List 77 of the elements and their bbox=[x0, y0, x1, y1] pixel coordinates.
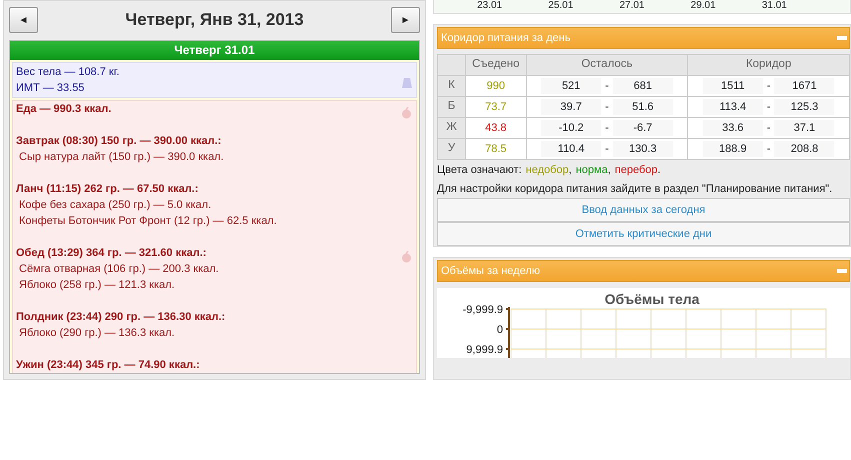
range-dash: - bbox=[605, 100, 609, 113]
table-cell: 1671 bbox=[774, 78, 834, 94]
meal-title: Ужин (23:44) 345 гр. — 74.90 ккал.: bbox=[16, 358, 201, 373]
meal-item: Кофе без сахара (250 гр.) — 5.0 ккал. bbox=[18, 198, 212, 213]
y-tick-label: -9,999.9 bbox=[462, 304, 503, 316]
table-cell: 188.9 bbox=[702, 140, 763, 158]
meal-title: Обед (13:29) 364 гр. — 321.60 ккал.: bbox=[16, 246, 208, 261]
axis-label: 25.01 bbox=[548, 0, 574, 13]
row-label: Ж bbox=[438, 118, 466, 138]
apple-icon bbox=[401, 105, 412, 121]
day-header: Четверг 31.01 bbox=[10, 41, 419, 60]
table-cell: 33.6 bbox=[702, 120, 763, 136]
legend-item: недобор bbox=[526, 163, 569, 178]
punctuation-mark: , bbox=[568, 163, 572, 178]
axis-label: 27.01 bbox=[619, 0, 644, 13]
food-total: Еда — 990.3 ккал. bbox=[16, 102, 112, 117]
apple-icon bbox=[401, 249, 412, 265]
range-dash: - bbox=[766, 142, 770, 155]
table-cell: 110.4 bbox=[541, 140, 602, 158]
column-header: Осталось bbox=[526, 54, 688, 76]
table-cell: -6.7 bbox=[612, 120, 673, 136]
range-dash: - bbox=[605, 80, 609, 92]
meal-title: Завтрак (08:30) 150 гр. — 390.00 ккал.: bbox=[16, 134, 222, 149]
legend-item: перебор bbox=[614, 163, 658, 178]
table-cell: 125.3 bbox=[774, 98, 834, 116]
table-cell: 37.1 bbox=[774, 120, 834, 136]
panel-title: Объёмы за неделю bbox=[441, 264, 540, 279]
range-dash: - bbox=[766, 80, 770, 92]
y-tick-label: 9,999.9 bbox=[466, 344, 503, 356]
table-cell: 521 bbox=[541, 78, 602, 94]
column-header: Коридор bbox=[688, 54, 850, 76]
column-header: Съедено bbox=[466, 54, 526, 76]
range-dash: - bbox=[605, 122, 609, 134]
eaten-cell: 43.8 bbox=[466, 118, 526, 138]
panel-title: Коридор питания за день bbox=[441, 30, 570, 46]
row-label: Б bbox=[438, 96, 466, 118]
row-label: К bbox=[438, 76, 466, 96]
table-cell: 681 bbox=[612, 78, 673, 94]
date-title: Четверг, Янв 31, 2013 bbox=[125, 9, 304, 32]
row-label: У bbox=[438, 138, 466, 160]
axis-label: 31.01 bbox=[762, 0, 787, 13]
weight-text: ИМТ — 33.55 bbox=[16, 81, 86, 96]
collapse-icon bbox=[837, 36, 847, 40]
meal-item: Сыр натура лайт (150 гр.) — 390.0 ккал. bbox=[18, 150, 225, 165]
table-cell: 39.7 bbox=[541, 98, 602, 116]
settings-note: Для настройки коридора питания зайдите в раздел "Планирование питания". bbox=[437, 182, 834, 197]
meal-item: Сёмга отварная (106 гр.) — 200.3 ккал. bbox=[18, 262, 220, 277]
axis-label: 23.01 bbox=[477, 0, 502, 13]
punctuation-mark: . bbox=[658, 163, 661, 178]
range-dash: - bbox=[766, 122, 770, 134]
eaten-cell: 990 bbox=[466, 76, 526, 96]
previous-day-button[interactable]: ◄ bbox=[9, 7, 38, 33]
meal-item: Яблоко (290 гр.) — 136.3 ккал. bbox=[18, 326, 176, 341]
table-cell: 51.6 bbox=[612, 98, 673, 116]
table-cell: 208.8 bbox=[774, 140, 834, 158]
y-axis bbox=[505, 306, 510, 358]
eaten-cell: 73.7 bbox=[466, 96, 526, 118]
punctuation-mark: , bbox=[608, 163, 611, 178]
meal-item: Конфеты Ботончик Рот Фронт (12 гр.) — 62.5 ккал. bbox=[18, 214, 278, 229]
collapse-icon bbox=[837, 269, 847, 273]
next-day-button[interactable]: ► bbox=[391, 7, 420, 33]
meal-title: Ланч (11:15) 262 гр. — 67.50 ккал.: bbox=[16, 182, 200, 197]
y-tick-label: 0 bbox=[496, 324, 503, 336]
legend-item: норма bbox=[576, 163, 608, 178]
axis-label: 29.01 bbox=[690, 0, 716, 13]
meal-title: Полдник (23:44) 290 гр. — 136.30 ккал.: bbox=[16, 310, 226, 325]
weight-text: Вес тела — 108.7 кг. bbox=[16, 65, 120, 80]
range-dash: - bbox=[605, 142, 609, 155]
table-cell: 1511 bbox=[702, 78, 763, 94]
table-cell: 130.3 bbox=[612, 140, 673, 158]
table-cell: 113.4 bbox=[702, 98, 763, 116]
range-dash: - bbox=[766, 100, 770, 113]
eaten-cell: 78.5 bbox=[466, 138, 526, 160]
legend-label: Цвета означают: bbox=[437, 163, 522, 178]
chart-title: Объёмы тела bbox=[604, 291, 700, 307]
meal-item: Яблоко (258 гр.) — 121.3 ккал. bbox=[18, 278, 176, 293]
table-cell: -10.2 bbox=[541, 120, 602, 136]
